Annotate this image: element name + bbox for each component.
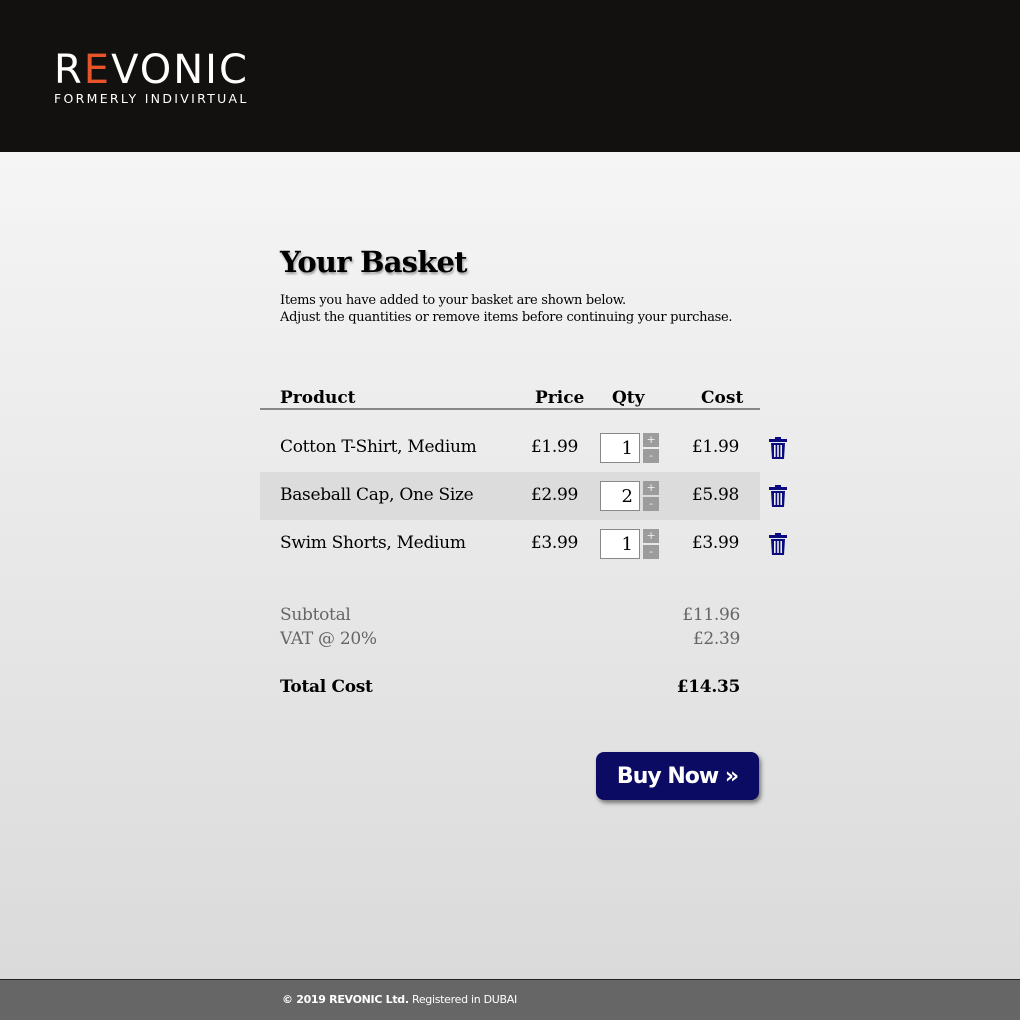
quantity-input[interactable] bbox=[600, 481, 640, 511]
footer-copyright: © 2019 REVONIC Ltd. bbox=[282, 993, 409, 1006]
logo-tagline: FORMERLY INDIVIRTUAL bbox=[54, 91, 249, 106]
total-label: Total Cost bbox=[280, 677, 373, 697]
revonic-logo[interactable]: REVONIC FORMERLY INDIVIRTUAL bbox=[54, 50, 249, 106]
decrease-quantity-button[interactable]: - bbox=[643, 497, 659, 511]
quantity-input[interactable] bbox=[600, 433, 640, 463]
increase-quantity-button[interactable]: + bbox=[643, 481, 659, 495]
vat-value: £2.39 bbox=[692, 629, 740, 649]
header-price: Price bbox=[535, 388, 585, 408]
footer: © 2019 REVONIC Ltd. Registered in DUBAI bbox=[0, 979, 1020, 1020]
trash-icon[interactable] bbox=[769, 437, 787, 464]
header-product: Product bbox=[280, 388, 356, 408]
footer-registered: Registered in DUBAI bbox=[411, 993, 517, 1006]
increase-quantity-button[interactable]: + bbox=[643, 433, 659, 447]
basket-table: Product Price Qty Cost Cotton T-Shirt, M… bbox=[260, 388, 800, 559]
decrease-quantity-button[interactable]: - bbox=[643, 545, 659, 559]
table-row: Swim Shorts, Medium £3.99 + - £3.99 bbox=[260, 520, 787, 568]
line-cost: £5.98 bbox=[691, 485, 739, 505]
intro-line: Adjust the quantities or remove items be… bbox=[280, 310, 733, 325]
quantity-input[interactable] bbox=[600, 529, 640, 559]
increase-quantity-button[interactable]: + bbox=[643, 529, 659, 543]
product-price: £1.99 bbox=[530, 437, 578, 457]
decrease-quantity-button[interactable]: - bbox=[643, 449, 659, 463]
product-price: £2.99 bbox=[530, 485, 578, 505]
product-name: Cotton T-Shirt, Medium bbox=[280, 437, 477, 457]
product-name: Baseball Cap, One Size bbox=[280, 485, 474, 505]
logo-wordmark: REVONIC bbox=[54, 47, 249, 93]
total-row: Total Cost £14.35 bbox=[280, 677, 740, 697]
page-title: Your Basket bbox=[280, 245, 468, 279]
product-name: Swim Shorts, Medium bbox=[280, 533, 466, 553]
header-qty: Qty bbox=[612, 388, 645, 408]
table-header: Product Price Qty Cost bbox=[260, 388, 760, 410]
trash-icon[interactable] bbox=[769, 485, 787, 512]
header: REVONIC FORMERLY INDIVIRTUAL bbox=[0, 0, 1020, 152]
table-row: Cotton T-Shirt, Medium £1.99 + - £1.99 bbox=[260, 424, 787, 472]
vat-row: VAT @ 20% £2.39 bbox=[280, 629, 740, 649]
line-cost: £1.99 bbox=[691, 437, 739, 457]
table-row: Baseball Cap, One Size £2.99 + - £5.98 bbox=[260, 472, 787, 520]
trash-icon[interactable] bbox=[769, 533, 787, 560]
total-value: £14.35 bbox=[676, 677, 741, 697]
subtotal-value: £11.96 bbox=[682, 605, 740, 625]
intro-text: Items you have added to your basket are … bbox=[280, 292, 733, 326]
product-price: £3.99 bbox=[530, 533, 578, 553]
line-cost: £3.99 bbox=[691, 533, 739, 553]
header-cost: Cost bbox=[701, 388, 744, 408]
subtotal-label: Subtotal bbox=[280, 605, 351, 625]
vat-label: VAT @ 20% bbox=[280, 629, 377, 649]
subtotal-row: Subtotal £11.96 bbox=[280, 605, 740, 625]
buy-now-button[interactable]: Buy Now » bbox=[596, 752, 759, 800]
intro-line: Items you have added to your basket are … bbox=[280, 293, 626, 308]
